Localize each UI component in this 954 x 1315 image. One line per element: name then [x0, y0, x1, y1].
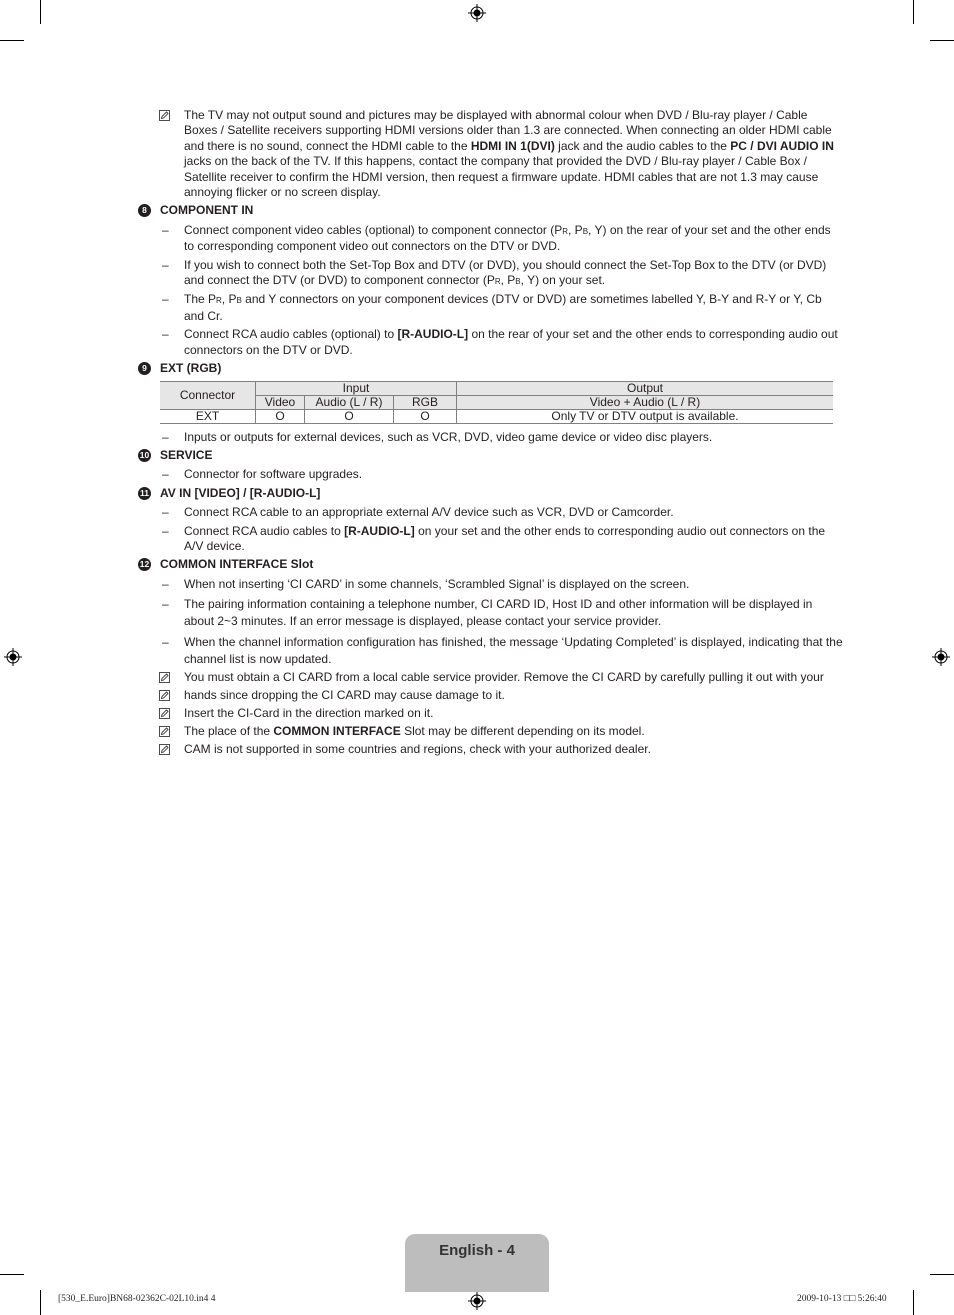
section-heading-component-in: 8 COMPONENT IN: [138, 203, 843, 218]
page-label: English - 4: [439, 1242, 515, 1259]
crop-mark: [930, 40, 954, 41]
note-hdmi: The TV may not output sound and pictures…: [138, 108, 843, 200]
crop-mark: [40, 1290, 41, 1315]
ext-connector-table: Connector Input Output Video Audio (L / …: [160, 380, 833, 424]
list-item: – When not inserting ‘CI CARD’ in some ch…: [162, 576, 690, 591]
crop-mark: [930, 1274, 954, 1275]
note-item: The place of the COMMON INTERFACE Slot m…: [138, 724, 843, 739]
table-header: Connector: [160, 380, 256, 410]
section-number-badge: 12: [138, 558, 151, 572]
crop-mark: [0, 1274, 24, 1275]
list-item: – Connect RCA audio cables (optional) to …: [162, 327, 838, 357]
list-item: – The pairing information containing a te…: [162, 597, 813, 629]
list-item: – Connect component video cables (optiona…: [162, 222, 831, 254]
dash-bullet: –: [162, 222, 169, 237]
page-content: The TV may not output sound and pictures…: [138, 108, 843, 760]
registration-mark-icon: [4, 648, 22, 666]
section-title: SERVICE: [160, 447, 213, 462]
note-item: hands since dropping the CI CARD may cau…: [138, 688, 843, 703]
page-number-tab: English - 4: [405, 1234, 549, 1292]
section-title: COMPONENT IN: [160, 203, 254, 218]
table-cell: EXT: [160, 408, 256, 424]
section-title: AV IN [VIDEO] / [R-AUDIO-L]: [160, 485, 321, 500]
list-item: – Connector for software upgrades.: [162, 467, 363, 482]
section-number-badge: 8: [138, 204, 151, 218]
section-heading-ext-rgb: 9 EXT (RGB): [138, 361, 843, 376]
registration-mark-icon: [932, 648, 950, 666]
footer-timestamp: 2009-10-13 □□ 5:26:40: [797, 1294, 887, 1304]
table-header: Input: [255, 380, 457, 396]
note-icon: [159, 110, 170, 121]
crop-mark: [40, 0, 41, 24]
table-cell: O: [255, 408, 305, 424]
note-icon: [159, 743, 170, 755]
section-number-badge: 11: [138, 486, 151, 500]
section-heading-av-in: 11 AV IN [VIDEO] / [R-AUDIO-L]: [138, 486, 843, 501]
table-header: RGB: [393, 394, 457, 410]
dash-bullet: –: [162, 635, 169, 650]
crop-mark: [913, 0, 914, 24]
table-header: Audio (L / R): [304, 394, 394, 410]
note-icon: [159, 725, 170, 737]
section-heading-common-interface: 12 COMMON INTERFACE Slot: [138, 557, 843, 572]
table-header: Video: [255, 394, 305, 410]
list-item: – The PR, PB and Y connectors on your com…: [162, 292, 822, 323]
note-item: CAM is not supported in some countries a…: [138, 742, 843, 757]
dash-bullet: –: [162, 292, 169, 307]
table-header: Output: [456, 380, 833, 396]
note-text: The TV may not output sound and pictures…: [184, 108, 834, 200]
list-item: – Connect RCA cable to an appropriate ext…: [162, 505, 674, 520]
dash-bullet: –: [162, 429, 169, 444]
dash-bullet: –: [162, 257, 169, 272]
dash-bullet: –: [162, 597, 169, 612]
table-cell: O: [393, 408, 457, 424]
section-number-badge: 9: [138, 362, 151, 376]
crop-mark: [0, 40, 24, 41]
dash-bullet: –: [162, 505, 169, 520]
list-item: – Connect RCA audio cables to [R-AUDIO-L]…: [162, 523, 826, 553]
registration-mark-icon: [468, 4, 486, 22]
dash-bullet: –: [162, 576, 169, 591]
dash-bullet: –: [162, 467, 169, 482]
registration-mark-icon: [468, 1292, 486, 1310]
note-icon: [159, 708, 170, 719]
list-item: – Inputs or outputs for external devices,…: [162, 429, 713, 444]
section-number-badge: 10: [138, 448, 151, 462]
section-title: COMMON INTERFACE Slot: [160, 557, 314, 572]
table-cell: O: [304, 408, 394, 424]
note-item: You must obtain a CI CARD from a local c…: [138, 670, 843, 685]
dash-bullet: –: [162, 523, 169, 538]
dash-bullet: –: [162, 327, 169, 342]
list-item: – When the channel information configurat…: [162, 635, 843, 667]
section-title: EXT (RGB): [160, 361, 222, 376]
footer-file-info: [530_E.Euro]BN68-02362C-02L10.in4 4: [58, 1294, 216, 1304]
table-row: EXT O O O Only TV or DTV output is avail…: [160, 408, 833, 424]
table-cell: Only TV or DTV output is available.: [456, 408, 833, 424]
note-icon: [159, 690, 170, 701]
table-header: Video + Audio (L / R): [456, 394, 833, 410]
list-item: – If you wish to connect both the Set-Top…: [162, 257, 827, 288]
note-item: Insert the CI-Card in the direction mark…: [138, 706, 843, 721]
note-icon: [159, 672, 170, 684]
crop-mark: [913, 1290, 914, 1315]
section-heading-service: 10 SERVICE: [138, 448, 843, 463]
